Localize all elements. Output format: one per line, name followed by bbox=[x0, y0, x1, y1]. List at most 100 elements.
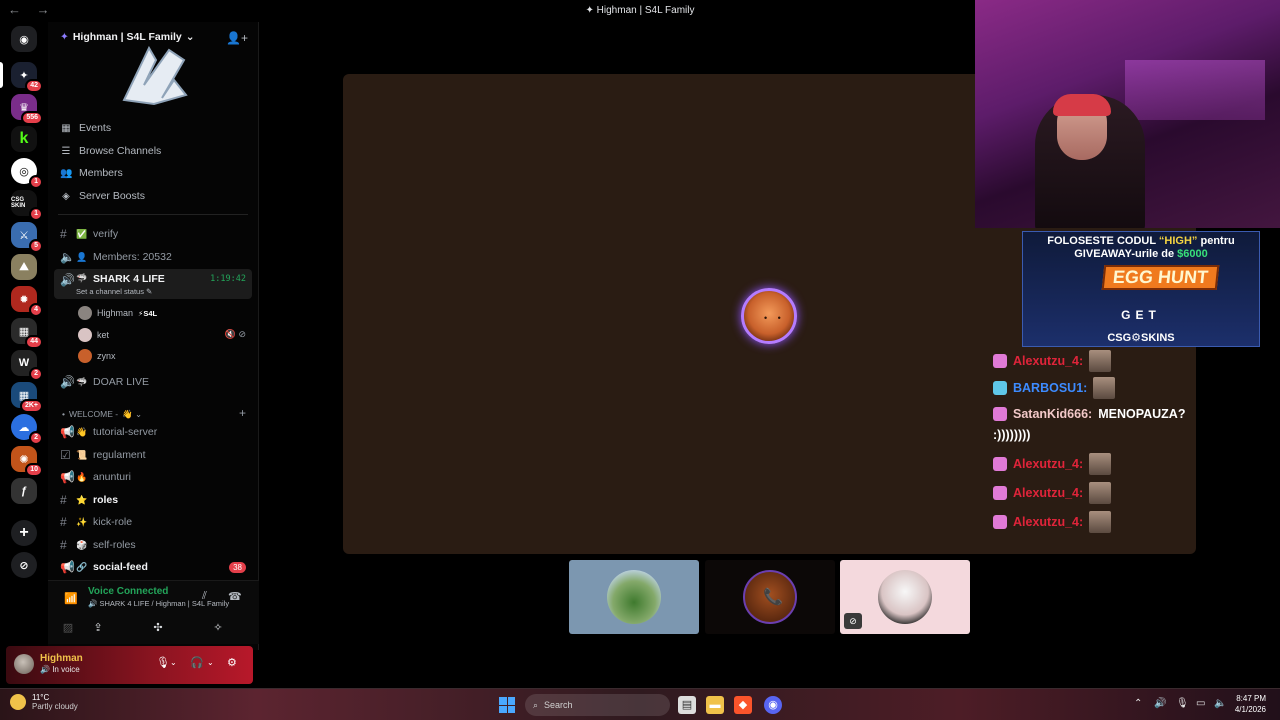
participant-tile[interactable]: 📞 bbox=[705, 560, 835, 634]
server-icon[interactable]: ✹ 4 bbox=[11, 286, 43, 317]
set-channel-status[interactable]: Set a channel status ✎ bbox=[76, 287, 152, 296]
channel-kick-role[interactable]: # ✨ kick-role bbox=[54, 512, 252, 532]
brave-browser-icon[interactable]: ◆ bbox=[734, 696, 752, 714]
channel-tutorial-server[interactable]: 📢 👋 tutorial-server bbox=[54, 422, 252, 442]
server-icon-kick[interactable]: k bbox=[11, 126, 37, 152]
mention-badge: 38 bbox=[229, 561, 246, 573]
channel-self-roles[interactable]: # 🎲 self-roles bbox=[54, 535, 252, 555]
server-rail: ◉ ✦ 42 ♛ 556 k ◎ 1 CSG SKIN 1 ⚔ 5 ⛰ ✹ 4 ▦ 44 W2… bbox=[0, 22, 48, 650]
server-icon[interactable]: ◎ 1 bbox=[11, 158, 43, 189]
chat-message: BARBOSU1: bbox=[993, 377, 1116, 399]
menu-browse-channels[interactable]: ☰ Browse Channels bbox=[60, 145, 162, 157]
chat-badge-icon bbox=[993, 354, 1007, 368]
participant-tile[interactable]: ⊘ bbox=[840, 560, 970, 634]
microphone-icon[interactable]: 🎙 bbox=[156, 656, 170, 669]
menu-members[interactable]: 👥 Members bbox=[60, 167, 123, 179]
signal-icon[interactable]: 📶 bbox=[64, 592, 78, 605]
activities-button[interactable]: ✣ bbox=[136, 617, 180, 637]
voice-channel-doar-live[interactable]: 🔊 🦈 DOAR LIVE bbox=[54, 372, 252, 392]
user-status: 🔊 In voice bbox=[40, 665, 80, 674]
chat-emote bbox=[1089, 482, 1112, 504]
server-icon-highman[interactable]: ✦ 42 bbox=[11, 62, 43, 93]
deafened-icon: ⊘ bbox=[844, 613, 862, 629]
participant-tile[interactable] bbox=[569, 560, 699, 634]
category-welcome[interactable]: • WELCOME - 👋 ⌄ bbox=[62, 409, 142, 420]
channel-roles[interactable]: # ⭐ roles bbox=[54, 490, 252, 510]
channel-regulament[interactable]: ☑ 📜 regulament bbox=[54, 445, 252, 465]
server-folder-icon[interactable]: ▦ 2K+ bbox=[11, 382, 43, 413]
chat-message: Alexutzu_4: bbox=[993, 482, 1112, 504]
menu-events[interactable]: ▦ Events bbox=[60, 122, 111, 134]
streamer-headset bbox=[1053, 94, 1111, 116]
chat-badge-icon bbox=[993, 381, 1007, 395]
server-icon[interactable]: ⚔ 5 bbox=[11, 222, 43, 253]
rules-icon: ☑ bbox=[60, 448, 71, 462]
channel-social-feed[interactable]: 📢 🔗 social-feed 38 bbox=[54, 557, 252, 577]
voice-user[interactable]: ket bbox=[78, 328, 109, 342]
gear-icon[interactable]: ⚙ bbox=[227, 656, 237, 669]
microphone-icon[interactable]: 🎙 bbox=[1176, 698, 1189, 709]
disconnect-icon[interactable]: ☎ bbox=[228, 590, 242, 603]
menu-server-boosts[interactable]: ◈ Server Boosts bbox=[60, 190, 145, 202]
taskbar: 11°C Partly cloudy ⌕ Search ▤ ▬ ◆ ◉ ⌃ 🔊 🎙… bbox=[0, 688, 1280, 720]
start-button[interactable] bbox=[499, 697, 515, 713]
promo-line-1: FOLOSESTE CODUL “HIGH” pentru bbox=[1047, 235, 1235, 247]
channel-members-count[interactable]: 🔈 👤 Members: 20532 bbox=[54, 247, 252, 267]
avatar[interactable] bbox=[14, 654, 34, 674]
announcement-icon: 📢 bbox=[60, 425, 75, 439]
speaker-icon[interactable]: 🔊 bbox=[1154, 698, 1166, 709]
scroll-emoji-icon: 📜 bbox=[76, 449, 88, 460]
server-icon[interactable]: ♛ 556 bbox=[11, 94, 43, 125]
voice-location[interactable]: 🔊 SHARK 4 LIFE / Highman | S4L Family bbox=[88, 599, 229, 608]
promo-get: GET bbox=[1121, 308, 1161, 322]
speaking-avatar[interactable]: • • bbox=[741, 288, 797, 344]
clock[interactable]: 8:47 PM 4/1/2026 bbox=[1235, 693, 1266, 715]
file-explorer-icon[interactable]: ▬ bbox=[706, 696, 724, 714]
server-icon-w[interactable]: W2 bbox=[11, 350, 43, 381]
file-icon[interactable]: ▤ bbox=[678, 696, 696, 714]
link-emoji-icon: 🔗 bbox=[76, 561, 88, 572]
promo-line-2: GIVEAWAY-urile de $6000 bbox=[1074, 248, 1208, 260]
fire-emoji-icon: 🔥 bbox=[76, 471, 88, 482]
server-icon-small: ✦ bbox=[585, 5, 597, 16]
channel-verify[interactable]: # ✅ verify bbox=[54, 224, 252, 244]
server-icon[interactable]: ⛰ bbox=[11, 254, 37, 280]
voice-locked-icon: 🔈 bbox=[60, 250, 75, 264]
discord-taskbar-icon[interactable]: ◉ bbox=[764, 696, 782, 714]
volume-icon[interactable]: 🔈 bbox=[1214, 698, 1226, 709]
create-channel-icon[interactable]: + bbox=[239, 406, 246, 420]
weather-widget[interactable]: 11°C Partly cloudy bbox=[10, 693, 78, 711]
server-folder-icon[interactable]: ▦ 44 bbox=[11, 318, 43, 349]
chat-message: SatanKid666: MENOPAUZA? bbox=[993, 407, 1185, 421]
server-icon[interactable]: ✺ 10 bbox=[11, 446, 43, 477]
voice-channel-shark4life[interactable]: 🔊 🦈 SHARK 4 LIFE 1:19:42 Set a channel s… bbox=[54, 269, 252, 299]
screen-share-button[interactable]: ⇪ bbox=[76, 617, 120, 637]
server-icon-csg[interactable]: CSG SKIN 1 bbox=[11, 190, 43, 221]
soundboard-button[interactable]: ✧ bbox=[196, 617, 240, 637]
chat-message: Alexutzu_4: bbox=[993, 350, 1112, 372]
chevron-down-icon[interactable]: ⌄ bbox=[170, 658, 177, 667]
headphones-icon[interactable]: 🎧 bbox=[190, 656, 204, 669]
noise-suppression-icon[interactable]: ⫽ bbox=[202, 590, 207, 603]
discord-home-icon[interactable]: ◉ bbox=[11, 26, 37, 52]
server-icon[interactable]: ☁ 2 bbox=[11, 414, 43, 445]
egg-hunt-logo: EGG HUNT bbox=[1101, 265, 1220, 290]
avatar-face: • • bbox=[764, 313, 785, 323]
server-icon[interactable]: ƒ bbox=[11, 478, 37, 504]
voice-user[interactable]: Highman ⚡S4L bbox=[78, 306, 157, 320]
voice-user[interactable]: zynx bbox=[78, 349, 116, 363]
invite-people-icon[interactable]: 👤+ bbox=[226, 31, 248, 45]
channel-anunturi[interactable]: 📢 🔥 anunturi bbox=[54, 467, 252, 487]
dice-emoji-icon: 🎲 bbox=[76, 539, 88, 550]
divider bbox=[58, 214, 248, 215]
taskbar-search[interactable]: ⌕ Search bbox=[525, 694, 670, 716]
chat-emote bbox=[1089, 350, 1112, 372]
discover-icon[interactable]: ⊘ bbox=[11, 552, 37, 578]
display-icon[interactable]: ▭ bbox=[1196, 698, 1205, 709]
user-panel: Highman 🔊 In voice 🎙 ⌄ 🎧 ⌄ ⚙ bbox=[6, 646, 253, 684]
chevron-up-icon[interactable]: ⌃ bbox=[1134, 698, 1142, 709]
promo-banner: FOLOSESTE CODUL “HIGH” pentru GIVEAWAY-u… bbox=[1022, 231, 1260, 347]
chevron-down-icon[interactable]: ⌄ bbox=[207, 658, 214, 667]
boost-icon: ◈ bbox=[62, 190, 70, 202]
add-server-icon[interactable]: + bbox=[11, 520, 37, 546]
